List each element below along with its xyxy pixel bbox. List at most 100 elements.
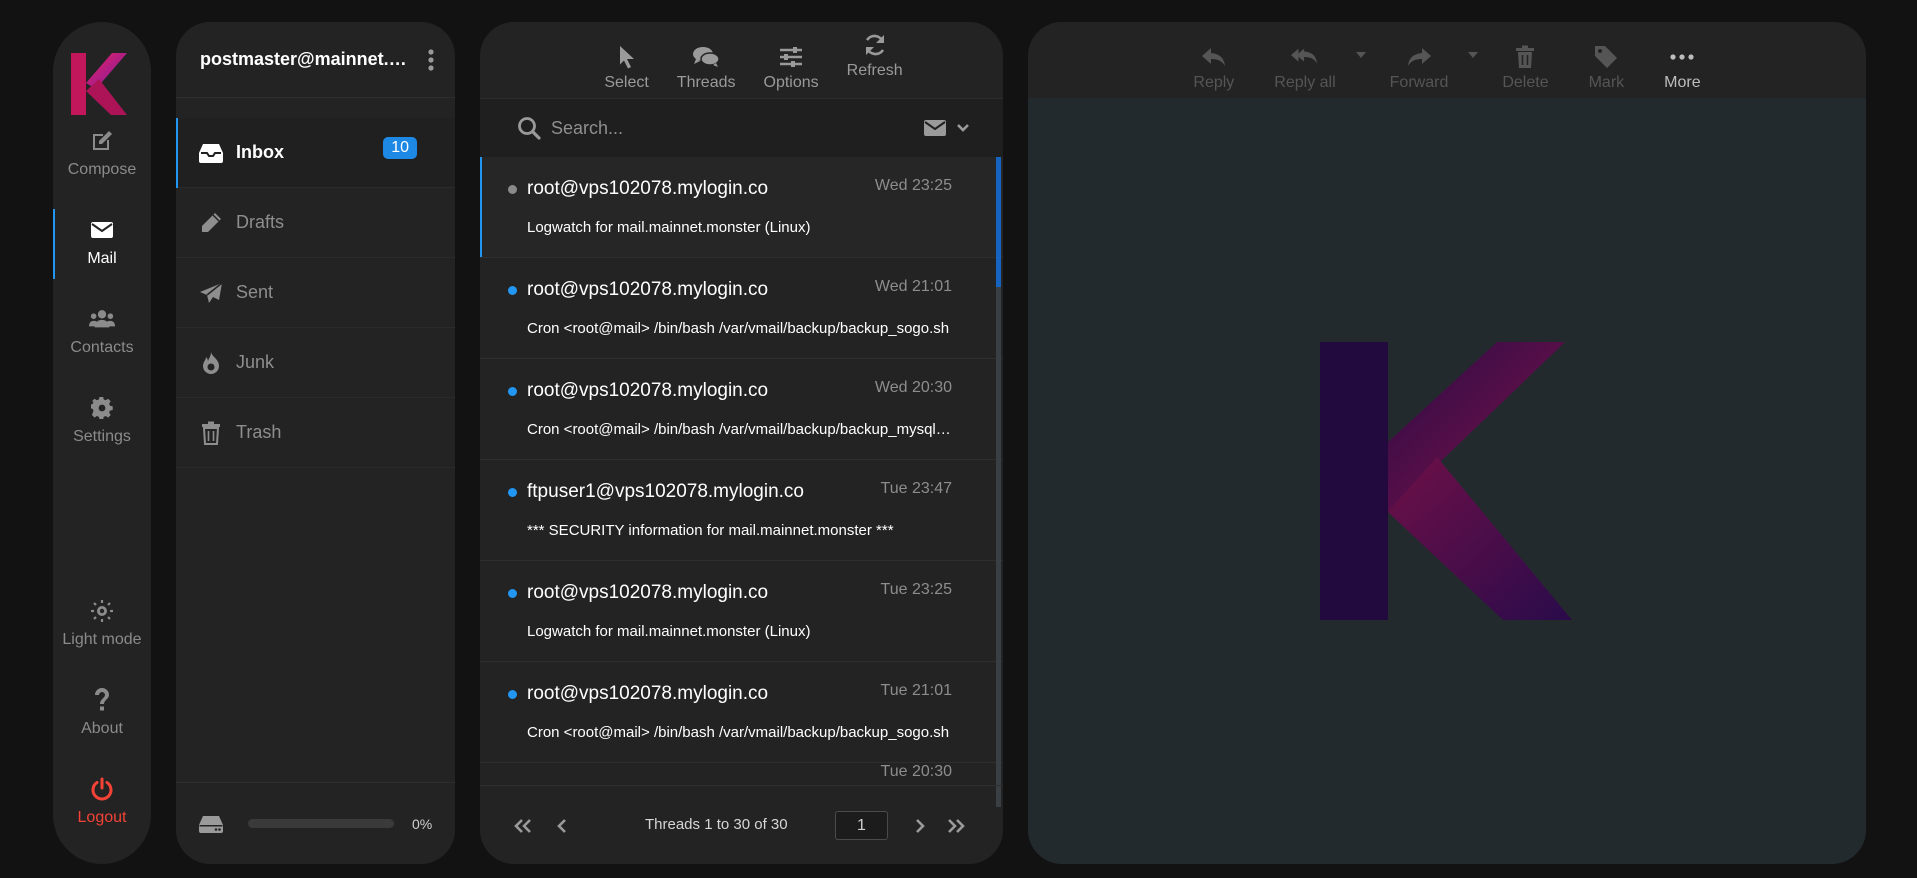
double-chevron-left-icon bbox=[514, 819, 531, 833]
sun-icon bbox=[89, 598, 115, 624]
folder-list: Inbox 10 Drafts Sent Junk Trash bbox=[176, 118, 455, 468]
account-header: postmaster@mainnet.monster bbox=[176, 22, 455, 98]
users-icon bbox=[89, 306, 115, 332]
last-page-button[interactable] bbox=[942, 812, 970, 840]
quota-indicator: 0% bbox=[176, 782, 455, 864]
message-row[interactable]: root@vps102078.mylogin.co Wed 20:30 Cron <… bbox=[480, 359, 1003, 460]
message-date: Wed 23:25 bbox=[874, 177, 952, 194]
message-date: Tue 21:01 bbox=[880, 682, 952, 699]
unread-indicator bbox=[508, 488, 517, 497]
nav-mail-label: Mail bbox=[87, 250, 117, 267]
delete-label: Delete bbox=[1502, 74, 1549, 91]
message-row[interactable]: root@vps102078.mylogin.co Wed 23:25 Logwat… bbox=[480, 157, 1003, 258]
fire-icon bbox=[198, 350, 224, 376]
message-date: Tue 23:25 bbox=[880, 581, 952, 598]
navigation-rail: Compose Mail Contacts Settings Light mod… bbox=[53, 22, 151, 864]
envelope-icon bbox=[89, 217, 115, 243]
quota-percent: 0% bbox=[412, 815, 433, 832]
message-subject: Cron <root@mail> /bin/bash /var/vmail/ba… bbox=[527, 421, 953, 438]
page-number-input[interactable] bbox=[835, 811, 888, 840]
folder-trash[interactable]: Trash bbox=[176, 398, 455, 468]
nav-settings[interactable]: Settings bbox=[53, 381, 151, 453]
sliders-icon bbox=[777, 43, 805, 71]
folder-sent[interactable]: Sent bbox=[176, 258, 455, 328]
nav-compose[interactable]: Compose bbox=[53, 114, 151, 186]
more-button[interactable]: More bbox=[1644, 22, 1720, 92]
folder-inbox[interactable]: Inbox 10 bbox=[176, 118, 455, 188]
gear-icon bbox=[89, 395, 115, 421]
message-subject: Cron <root@mail> /bin/bash /var/vmail/ba… bbox=[527, 724, 950, 741]
trash-icon bbox=[198, 420, 224, 446]
nav-compose-label: Compose bbox=[67, 161, 137, 178]
message-row[interactable]: root@vps102078.mylogin.co Wed 21:01 Cron <… bbox=[480, 258, 1003, 359]
message-subject: *** SECURITY information for mail.mainne… bbox=[527, 522, 894, 539]
delete-button[interactable]: Delete bbox=[1482, 22, 1568, 92]
nav-about[interactable]: About bbox=[53, 673, 151, 745]
cursor-icon bbox=[613, 43, 641, 71]
chevron-right-icon bbox=[916, 819, 925, 833]
nav-light-mode-label: Light mode bbox=[62, 631, 142, 648]
message-date: Wed 20:30 bbox=[874, 379, 952, 396]
reply-all-button[interactable]: Reply all bbox=[1254, 22, 1369, 92]
message-sender: root@vps102078.mylogin.co bbox=[527, 582, 769, 603]
options-button[interactable]: Options bbox=[750, 22, 833, 92]
refresh-button[interactable]: Refresh bbox=[833, 22, 917, 92]
tag-icon bbox=[1592, 43, 1620, 71]
account-email: postmaster@mainnet.monster bbox=[200, 49, 411, 69]
message-subject: Logwatch for mail.mainnet.monster (Linux… bbox=[527, 219, 811, 236]
quota-bar bbox=[248, 819, 394, 828]
folder-drafts[interactable]: Drafts bbox=[176, 188, 455, 258]
account-menu-button[interactable] bbox=[421, 48, 441, 71]
message-subject: Cron <root@mail> /bin/bash /var/vmail/ba… bbox=[527, 320, 950, 337]
mark-button[interactable]: Mark bbox=[1569, 22, 1645, 92]
message-sender: root@vps102078.mylogin.co bbox=[527, 279, 769, 300]
nav-mail[interactable]: Mail bbox=[53, 203, 151, 279]
forward-icon bbox=[1405, 43, 1433, 71]
unread-indicator bbox=[508, 589, 517, 598]
message-sender: ftpuser1@vps102078.mylogin.co bbox=[527, 481, 805, 502]
inbox-icon bbox=[198, 140, 224, 166]
nav-contacts-label: Contacts bbox=[70, 339, 134, 356]
unread-indicator bbox=[508, 286, 517, 295]
message-list-scrollbar[interactable] bbox=[996, 157, 1001, 807]
compose-icon bbox=[89, 128, 115, 154]
more-label: More bbox=[1664, 74, 1701, 91]
reply-label: Reply bbox=[1193, 74, 1235, 91]
pagination: Threads 1 to 30 of 30 bbox=[480, 785, 1003, 864]
message-date: Wed 21:01 bbox=[874, 278, 952, 295]
threads-button[interactable]: Threads bbox=[663, 22, 750, 92]
search-input[interactable] bbox=[551, 117, 924, 139]
kolab-logo bbox=[69, 51, 129, 117]
previous-page-button[interactable] bbox=[548, 812, 576, 840]
kolab-watermark-logo bbox=[1320, 342, 1572, 622]
unread-indicator bbox=[508, 690, 517, 699]
search-bar bbox=[480, 98, 1003, 158]
search-scope-dropdown[interactable] bbox=[924, 119, 970, 137]
forward-button[interactable]: Forward bbox=[1370, 22, 1483, 92]
unread-count-badge: 10 bbox=[383, 137, 417, 159]
folder-sent-label: Sent bbox=[236, 282, 274, 302]
folder-junk[interactable]: Junk bbox=[176, 328, 455, 398]
reply-button[interactable]: Reply bbox=[1173, 22, 1254, 92]
scrollbar-thumb[interactable] bbox=[996, 157, 1001, 287]
message-row[interactable]: root@vps102078.mylogin.co Tue 21:01 Cron <… bbox=[480, 662, 1003, 763]
threads-label: Threads bbox=[676, 74, 736, 91]
vertical-dots-icon bbox=[428, 48, 434, 71]
refresh-label: Refresh bbox=[846, 62, 903, 79]
message-row[interactable]: ftpuser1@vps102078.mylogin.co Tue 23:47 **… bbox=[480, 460, 1003, 561]
select-button[interactable]: Select bbox=[590, 22, 662, 92]
folder-trash-label: Trash bbox=[236, 422, 282, 442]
next-page-button[interactable] bbox=[906, 812, 934, 840]
folder-drafts-label: Drafts bbox=[236, 212, 285, 232]
message-sender: root@vps102078.mylogin.co bbox=[527, 683, 769, 704]
nav-logout[interactable]: Logout bbox=[53, 762, 151, 834]
pagination-info: Threads 1 to 30 of 30 bbox=[645, 816, 788, 833]
options-label: Options bbox=[763, 74, 819, 91]
message-row[interactable]: root@vps102078.mylogin.co Tue 23:25 Logwat… bbox=[480, 561, 1003, 662]
nav-light-mode[interactable]: Light mode bbox=[53, 584, 151, 656]
folder-panel: postmaster@mainnet.monster Inbox 10 Draf… bbox=[176, 22, 455, 864]
first-page-button[interactable] bbox=[509, 812, 537, 840]
nav-contacts[interactable]: Contacts bbox=[53, 292, 151, 364]
forward-dropdown-icon[interactable] bbox=[1468, 52, 1479, 58]
reply-all-dropdown-icon[interactable] bbox=[1355, 52, 1366, 58]
